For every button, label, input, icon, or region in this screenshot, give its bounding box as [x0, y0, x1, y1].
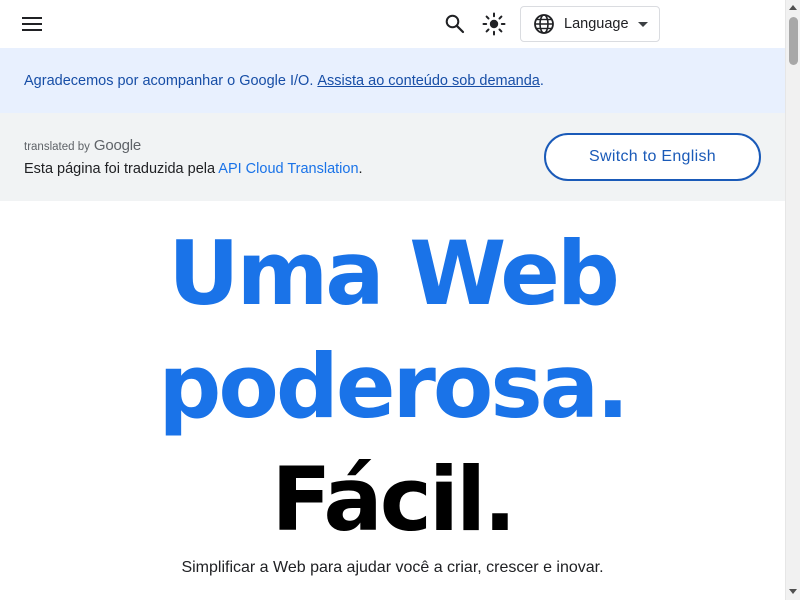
search-button[interactable] — [440, 8, 470, 40]
translation-note: Esta página foi traduzida pela API Cloud… — [24, 161, 363, 177]
announcement-suffix: . — [539, 72, 544, 89]
announcement-banner: Agradecemos por acompanhar o Google I/O.… — [0, 48, 785, 113]
translation-note-prefix: Esta página foi traduzida pela — [24, 161, 219, 177]
hero-headline-line-1: Uma Web — [168, 222, 620, 325]
hamburger-menu-icon — [22, 17, 42, 31]
translated-by-label: translated by — [24, 141, 90, 153]
announcement-link[interactable]: Assista ao conteúdo sob demanda — [317, 73, 539, 89]
hero-headline-line-3: Fácil. — [271, 448, 516, 551]
hero-subtitle: Simplificar a Web para ajudar você a cri… — [181, 559, 604, 576]
top-header: Language — [0, 0, 785, 48]
language-label: Language — [564, 16, 629, 32]
page: Language Agradecemos por acompanhar o Go… — [0, 0, 785, 600]
announcement-text: Agradecemos por acompanhar o Google I/O. — [24, 72, 318, 89]
switch-to-english-button[interactable]: Switch to English — [544, 133, 761, 181]
brightness-icon — [482, 12, 506, 36]
vertical-scrollbar[interactable] — [785, 0, 800, 600]
translation-banner: translated by Google Esta página foi tra… — [0, 113, 785, 201]
theme-toggle-button[interactable] — [478, 8, 510, 40]
caret-down-icon — [637, 21, 648, 27]
google-logo-text: Google — [93, 137, 142, 154]
translation-note-suffix: . — [358, 161, 363, 177]
search-icon — [445, 14, 465, 34]
globe-icon — [534, 14, 554, 34]
translated-by-google: translated by Google — [24, 137, 141, 154]
hero-headline-line-2: poderosa. — [158, 335, 629, 438]
language-selector[interactable]: Language — [520, 6, 660, 42]
menu-button[interactable] — [16, 8, 48, 40]
scroll-up-arrow-icon[interactable] — [789, 5, 797, 10]
scroll-down-arrow-icon[interactable] — [789, 589, 797, 594]
cloud-translation-api-link[interactable]: API Cloud Translation — [218, 161, 358, 177]
scrollbar-thumb[interactable] — [789, 17, 798, 65]
hero-section: Uma Web poderosa. Fácil. Simplificar a W… — [0, 201, 785, 600]
